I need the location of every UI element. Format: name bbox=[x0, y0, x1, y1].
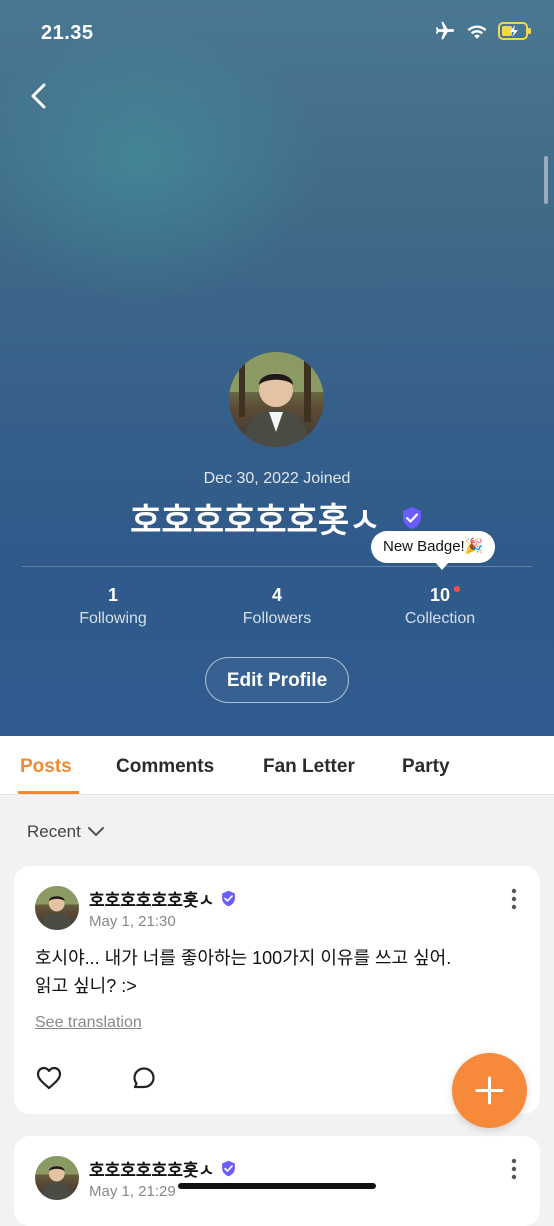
stat-followers[interactable]: 4 Followers bbox=[202, 585, 352, 628]
chevron-down-icon bbox=[87, 827, 104, 836]
verified-badge-icon bbox=[222, 890, 235, 907]
post-card[interactable]: 호호호호호호홋ㅅ May 1, 21:29 bbox=[14, 1136, 540, 1226]
airplane-icon bbox=[435, 21, 455, 40]
verified-badge-icon bbox=[222, 1160, 235, 1177]
tab-bar: Posts Comments Fan Letter Party bbox=[0, 736, 554, 795]
sort-dropdown[interactable]: Recent bbox=[27, 822, 105, 842]
back-icon[interactable] bbox=[24, 80, 56, 112]
avatar-photo bbox=[229, 352, 324, 447]
more-options-icon[interactable] bbox=[510, 888, 518, 910]
battery-icon bbox=[498, 22, 531, 40]
status-time: 21.35 bbox=[41, 22, 94, 44]
edit-profile-button[interactable]: Edit Profile bbox=[205, 657, 349, 703]
tab-comments[interactable]: Comments bbox=[116, 756, 214, 778]
active-tab-indicator bbox=[18, 791, 79, 794]
divider bbox=[22, 566, 532, 567]
stat-following[interactable]: 1 Following bbox=[38, 585, 188, 628]
stat-value: 1 bbox=[107, 585, 118, 605]
stat-label: Followers bbox=[242, 610, 312, 627]
stat-collection[interactable]: 10 Collection bbox=[365, 585, 515, 628]
tab-fan-letter[interactable]: Fan Letter bbox=[263, 756, 355, 778]
post-text-line: 호시야... 내가 너를 좋아하는 100가지 이유를 쓰고 싶어. bbox=[35, 948, 452, 968]
verified-badge-icon[interactable] bbox=[400, 506, 424, 530]
post-date: May 1, 21:29 bbox=[89, 1183, 176, 1200]
tab-posts[interactable]: Posts bbox=[20, 756, 72, 778]
post-author[interactable]: 호호호호호호홋ㅅ bbox=[89, 1156, 237, 1181]
tab-party[interactable]: Party bbox=[402, 756, 450, 778]
comment-icon[interactable] bbox=[132, 1066, 156, 1090]
post-author-avatar[interactable] bbox=[35, 1156, 79, 1200]
scrollbar[interactable] bbox=[544, 156, 548, 204]
stat-value: 4 bbox=[271, 585, 282, 605]
post-text-line: 읽고 싶니? :> bbox=[35, 976, 137, 996]
avatar-photo bbox=[35, 1156, 79, 1200]
joined-date: Dec 30, 2022 Joined bbox=[203, 470, 351, 487]
post-author-avatar[interactable] bbox=[35, 886, 79, 930]
avatar-photo bbox=[35, 886, 79, 930]
home-indicator[interactable] bbox=[178, 1183, 376, 1189]
author-name: 호호호호호호홋ㅅ bbox=[89, 1161, 215, 1180]
plus-icon bbox=[475, 1076, 504, 1105]
heart-icon[interactable] bbox=[36, 1066, 62, 1090]
author-name: 호호호호호호홋ㅅ bbox=[89, 891, 215, 910]
more-options-icon[interactable] bbox=[510, 1158, 518, 1180]
notification-dot bbox=[454, 586, 460, 592]
stat-label: Following bbox=[79, 610, 147, 627]
see-translation-link[interactable]: See translation bbox=[35, 1014, 142, 1032]
post-author[interactable]: 호호호호호호홋ㅅ bbox=[89, 886, 237, 911]
create-post-button[interactable] bbox=[452, 1053, 527, 1128]
stat-label: Collection bbox=[404, 610, 476, 627]
wifi-icon bbox=[467, 25, 487, 39]
avatar[interactable] bbox=[229, 352, 324, 447]
new-badge-tooltip[interactable]: New Badge!🎉 bbox=[371, 531, 496, 570]
post-body[interactable]: 호시야... 내가 너를 좋아하는 100가지 이유를 쓰고 싶어. 읽고 싶니… bbox=[35, 944, 510, 1000]
status-bar: 21.35 bbox=[0, 0, 554, 66]
username-text: 호호호호호호홋ㅅ bbox=[130, 502, 381, 540]
profile-header: 21.35 Dec 30, 2022 Joined 호호호호호호홋ㅅ New B… bbox=[0, 0, 554, 736]
stat-value: 10 bbox=[429, 585, 451, 605]
post-date: May 1, 21:30 bbox=[89, 913, 176, 930]
sort-label: Recent bbox=[27, 822, 81, 841]
